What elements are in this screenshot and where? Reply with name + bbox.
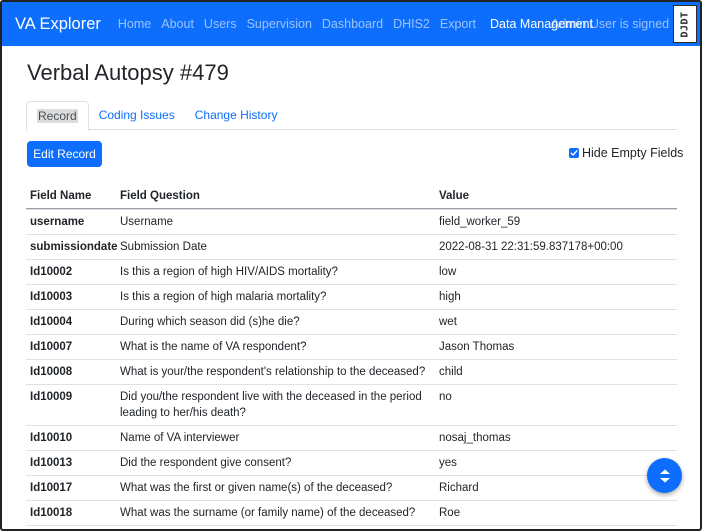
field-value-cell: yes bbox=[439, 457, 457, 469]
field-name-cell: Id10007 bbox=[30, 341, 73, 353]
signed-in-status[interactable]: Admin User is signed in. bbox=[551, 17, 686, 31]
field-name-cell: Id10013 bbox=[30, 457, 73, 469]
hide-empty-fields-label: Hide Empty Fields bbox=[582, 146, 684, 160]
field-name-cell: username bbox=[30, 216, 85, 228]
field-question-cell: Is this a region of high malaria mortali… bbox=[120, 291, 327, 303]
record-table: Field Name Field Question Value username… bbox=[26, 184, 677, 529]
up-down-chevrons-icon bbox=[659, 469, 670, 482]
field-value-cell: Richard bbox=[439, 482, 479, 494]
app-window: VA Explorer Home About Users Supervision… bbox=[0, 0, 702, 531]
table-row: submissiondate Submission Date 2022-08-31 … bbox=[26, 234, 677, 259]
field-question-cell: Did the respondent give consent? bbox=[120, 457, 292, 469]
table-row: Id10017 What was the first or given name(… bbox=[26, 475, 677, 500]
page-title: Verbal Autopsy #479 bbox=[27, 60, 229, 85]
field-value-cell: high bbox=[439, 291, 461, 303]
field-question-cell: Username bbox=[120, 216, 174, 228]
record-tabs: Record Coding Issues Change History bbox=[26, 101, 677, 131]
nav-item-supervision[interactable]: Supervision bbox=[247, 17, 312, 31]
table-row: Id10019What was the sex of the deceased?… bbox=[26, 525, 677, 529]
table-row: Id10002 Is this a region of high HIV/AIDS… bbox=[26, 259, 677, 284]
field-name-cell: Id10017 bbox=[30, 482, 73, 494]
field-name-cell: Id10004 bbox=[30, 316, 73, 328]
nav-item-export[interactable]: Export bbox=[440, 17, 476, 31]
tab-record[interactable]: Record bbox=[26, 101, 89, 131]
field-value-cell: field_worker_59 bbox=[439, 216, 521, 228]
field-name-cell: submissiondate bbox=[30, 241, 118, 253]
nav-item-about[interactable]: About bbox=[161, 17, 194, 31]
table-row: Id10010 Name of VA interviewer nosaj_thoma… bbox=[26, 425, 677, 450]
field-name-cell: Id10018 bbox=[30, 507, 73, 519]
field-value-cell: Jason Thomas bbox=[439, 341, 515, 353]
field-question-cell: What is your/the respondent's relationsh… bbox=[120, 366, 426, 378]
field-value-cell: Roe bbox=[439, 507, 461, 519]
edit-record-button[interactable]: Edit Record bbox=[27, 141, 102, 167]
field-value-cell: 2022-08-31 22:31:59.837178+00:00 bbox=[439, 241, 623, 253]
field-value-cell: male bbox=[435, 526, 677, 529]
table-row: Id10007 What is the name of VA respondent… bbox=[26, 334, 677, 359]
tab-change-history-label: Change History bbox=[194, 108, 278, 122]
table-row: Id10004 During which season did (s)he die… bbox=[26, 309, 677, 334]
field-name-cell: Id10009 bbox=[30, 391, 73, 403]
field-question-cell: What was the first or given name(s) of t… bbox=[120, 482, 393, 494]
field-name-cell: Id10010 bbox=[30, 432, 73, 444]
table-row: Id10013 Did the respondent give consent? y… bbox=[26, 450, 677, 475]
navbar: VA Explorer Home About Users Supervision… bbox=[2, 2, 700, 46]
tab-coding-issues-label: Coding Issues bbox=[98, 108, 175, 122]
table-row: Id10009 Did you/the respondent live with … bbox=[26, 384, 677, 425]
tab-change-history[interactable]: Change History bbox=[185, 101, 288, 130]
field-question-cell: What was the sex of the deceased? bbox=[116, 526, 435, 529]
debug-toolbar-handle[interactable]: DJDT bbox=[673, 5, 697, 43]
table-body: username Username field_worker_59 submissio… bbox=[26, 209, 677, 529]
field-value-cell: nosaj_thomas bbox=[439, 432, 511, 444]
field-name-cell: Id10003 bbox=[30, 291, 73, 303]
field-name-cell: Id10008 bbox=[30, 366, 73, 378]
field-name-cell: Id10002 bbox=[30, 266, 73, 278]
debug-toolbar-label: DJDT bbox=[679, 10, 691, 38]
tab-record-label: Record bbox=[37, 109, 78, 123]
column-header-field-name: Field Name bbox=[30, 190, 92, 202]
table-header-row: Field Name Field Question Value bbox=[26, 184, 677, 209]
table-row: Id10003 Is this a region of high malaria … bbox=[26, 284, 677, 309]
field-value-cell: no bbox=[439, 391, 452, 403]
nav-item-dashboard[interactable]: Dashboard bbox=[322, 17, 383, 31]
nav-item-users[interactable]: Users bbox=[204, 17, 237, 31]
field-value-cell: low bbox=[439, 266, 457, 278]
field-name-cell: Id10019 bbox=[26, 526, 116, 529]
nav-item-dhis2[interactable]: DHIS2 bbox=[393, 17, 430, 31]
column-header-value: Value bbox=[439, 190, 470, 202]
field-value-cell: child bbox=[439, 366, 463, 378]
field-question-cell: What is the name of VA respondent? bbox=[120, 341, 307, 353]
checkmark-icon bbox=[570, 150, 578, 156]
field-question-cell: What was the surname (or family name) of… bbox=[120, 507, 416, 519]
field-value-cell: wet bbox=[439, 316, 457, 328]
hide-empty-fields-toggle[interactable]: Hide Empty Fields bbox=[569, 146, 683, 160]
table-row: Id10008 What is your/the respondent's rel… bbox=[26, 359, 677, 384]
nav-item-home[interactable]: Home bbox=[118, 17, 151, 31]
field-question-cell: Is this a region of high HIV/AIDS mortal… bbox=[120, 266, 338, 278]
field-question-cell: Name of VA interviewer bbox=[120, 432, 240, 444]
brand-link[interactable]: VA Explorer bbox=[15, 15, 101, 34]
nav-items: Home About Users Supervision Dashboard D… bbox=[118, 17, 603, 31]
field-question-cell: Did you/the respondent live with the dec… bbox=[120, 391, 422, 419]
table-row: username Username field_worker_59 bbox=[26, 209, 677, 234]
field-question-cell: Submission Date bbox=[120, 241, 207, 253]
field-question-cell: During which season did (s)he die? bbox=[120, 316, 300, 328]
tab-coding-issues[interactable]: Coding Issues bbox=[89, 101, 185, 130]
scroll-toggle-button[interactable] bbox=[647, 458, 682, 493]
column-header-field-question: Field Question bbox=[120, 190, 200, 202]
hide-empty-fields-checkbox[interactable] bbox=[569, 148, 579, 158]
table-row: Id10018 What was the surname (or family n… bbox=[26, 500, 677, 525]
